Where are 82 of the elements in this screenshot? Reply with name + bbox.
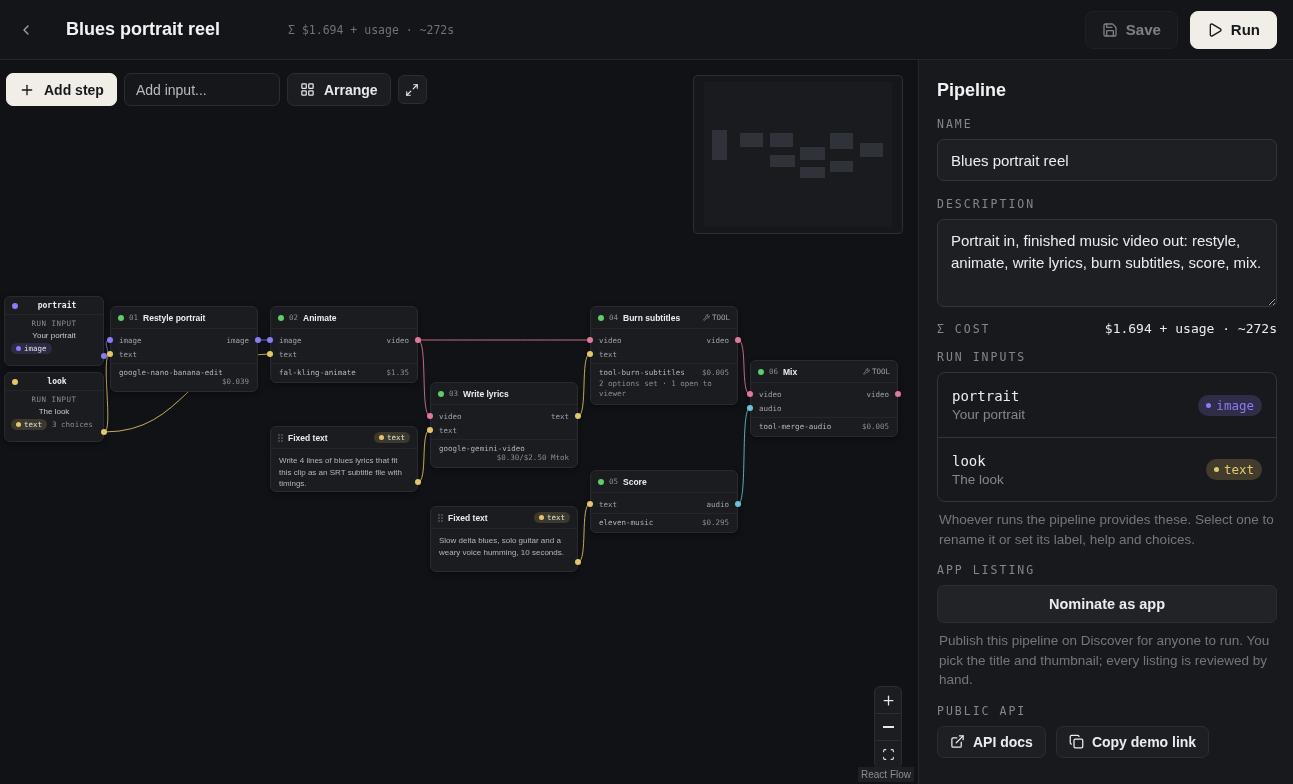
- copy-icon: [1068, 734, 1084, 750]
- help-text: Whoever runs the pipeline provides these. Select one to rename it or set its label, help and choices.: [939, 511, 1275, 549]
- arrange-button[interactable]: Arrange: [286, 73, 391, 106]
- add-step-button[interactable]: Add step: [6, 73, 117, 106]
- input-name: portrait: [36, 301, 78, 310]
- section-label: RUN INPUTS: [937, 350, 1028, 364]
- nominate-button[interactable]: Nominate as app: [937, 585, 1277, 624]
- fit-view-icon: [881, 748, 895, 761]
- input-handle[interactable]: [427, 427, 433, 433]
- help-text: Publish this pipeline on Discover for anyone to run. You pick the title and thumbnail; every listing is reviewed by hand.: [939, 632, 1271, 690]
- fixed-text: Slow delta blues, solo guitar and a weary voice humming, 10 seconds.: [438, 535, 565, 559]
- run-input-item[interactable]: portrait Your portrait image: [938, 373, 1276, 437]
- output-handle[interactable]: [101, 353, 107, 359]
- api-docs-button[interactable]: API docs: [937, 725, 1046, 758]
- run-button[interactable]: Run: [1189, 10, 1277, 49]
- status-dot: [118, 314, 124, 321]
- save-icon: [1101, 21, 1118, 38]
- cost-value: $1.694 + usage · ~272s: [1104, 321, 1277, 336]
- output-handle[interactable]: [735, 501, 741, 507]
- status-dot: [598, 314, 604, 321]
- output-handle[interactable]: [415, 479, 421, 485]
- type-tag: text: [1205, 459, 1262, 480]
- node-title: Score: [623, 476, 648, 487]
- output-handle[interactable]: [895, 391, 901, 397]
- output-handle[interactable]: [575, 559, 581, 565]
- input-name: look: [46, 377, 68, 386]
- section-label: PUBLIC API: [937, 703, 1028, 718]
- status-dot: [598, 478, 604, 485]
- status-dot: [438, 390, 444, 397]
- output-handle[interactable]: [735, 337, 741, 343]
- name-field[interactable]: Blues portrait reel: [937, 139, 1277, 181]
- cost-summary: Σ $1.694 + usage · ~272s: [288, 22, 455, 37]
- output-handle[interactable]: [255, 337, 261, 343]
- add-input-field[interactable]: Add input...: [123, 73, 280, 106]
- input-handle[interactable]: [107, 337, 113, 343]
- status-dot: [758, 368, 764, 375]
- description-field[interactable]: Portrait in, finished music video out: restyle, animate, write lyrics, burn subtitles, score, mix.: [937, 219, 1277, 307]
- grid-icon: [299, 82, 315, 97]
- plus-icon: [880, 692, 896, 708]
- input-handle[interactable]: [427, 413, 433, 419]
- grip-icon[interactable]: [278, 433, 283, 442]
- input-handle[interactable]: [587, 337, 593, 343]
- input-handle[interactable]: [587, 351, 593, 357]
- minus-icon: [882, 726, 894, 728]
- section-label: NAME: [937, 117, 974, 131]
- section-label: Σ COST: [937, 321, 991, 336]
- copy-link-button[interactable]: Copy demo link: [1055, 725, 1210, 758]
- output-handle[interactable]: [575, 413, 581, 419]
- external-link-icon: [950, 734, 965, 750]
- grip-icon[interactable]: [438, 513, 443, 522]
- input-handle[interactable]: [107, 351, 113, 357]
- input-description: Your portrait: [952, 407, 1026, 422]
- node-title: Fixed text: [288, 432, 329, 443]
- node-title: Animate: [303, 312, 338, 323]
- input-description: Your portrait: [32, 331, 76, 340]
- node-title: Write lyrics: [463, 388, 510, 399]
- expand-icon: [405, 82, 420, 97]
- run-input-item[interactable]: look The look text: [938, 437, 1276, 501]
- output-handle[interactable]: [101, 429, 107, 435]
- attribution-link[interactable]: React Flow: [858, 767, 914, 782]
- input-name: portrait: [952, 388, 1021, 404]
- input-handle[interactable]: [747, 391, 753, 397]
- input-name: look: [952, 452, 987, 469]
- section-label: DESCRIPTION: [937, 197, 1037, 211]
- node-title: Restyle portrait: [143, 312, 207, 323]
- status-dot: [278, 314, 284, 321]
- fixed-text: Write 4 lines of blues lyrics that fit this clip as an SRT subtitle file with timings.: [278, 455, 403, 491]
- node-title: Burn subtitles: [623, 312, 682, 323]
- input-handle[interactable]: [587, 501, 593, 507]
- expand-button[interactable]: [397, 75, 427, 104]
- section-label: APP LISTING: [937, 563, 1037, 578]
- type-tag: image: [1198, 394, 1262, 416]
- node-title: Fixed text: [448, 512, 489, 523]
- input-description: The look: [952, 471, 1004, 487]
- input-description: The look: [38, 407, 70, 416]
- node-title: Mix: [783, 366, 799, 377]
- output-handle[interactable]: [415, 337, 421, 343]
- panel-title: Pipeline: [937, 80, 1008, 101]
- input-handle[interactable]: [267, 351, 273, 357]
- pipeline-title: Blues portrait reel: [66, 19, 221, 40]
- input-handle[interactable]: [267, 337, 273, 343]
- input-handle[interactable]: [747, 405, 753, 411]
